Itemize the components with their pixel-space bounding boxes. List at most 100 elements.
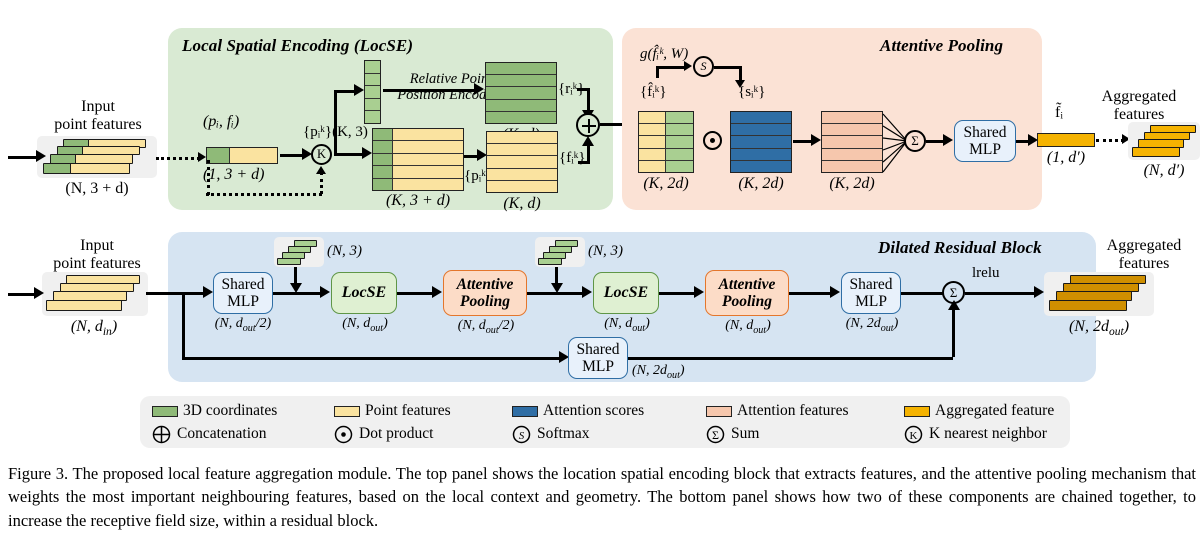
shared-mlp-attentive[interactable]: Shared MLP (954, 120, 1016, 162)
coords-dims-1: (N, 3) (327, 243, 362, 259)
knn-coords-label: {pᵢᵏ}(K, 3) (303, 124, 368, 140)
f-dims: (K, d) (503, 195, 541, 212)
scores-label: {sᵢᵏ} (738, 84, 766, 100)
ftilde-bar (1037, 133, 1095, 147)
bottom-input-stack (42, 272, 148, 316)
block-attentive-pooling-1-dims: (N, dout/2) (457, 318, 515, 336)
legend-label-attention-features: Attention features (737, 402, 849, 419)
scores-dims: (K, 2d) (738, 175, 784, 192)
legend-item-sum: Σ Sum (706, 425, 904, 444)
block-locse-1[interactable]: LocSE (331, 272, 397, 314)
f-matrix (486, 131, 558, 193)
attentive-output-stack (1128, 122, 1200, 160)
bottom-input-label: Input point features (22, 237, 172, 273)
attentive-output-label: Aggregated features (1080, 88, 1198, 124)
bottom-output-stack (1044, 272, 1154, 316)
legend-label-concatenation: Concatenation (177, 425, 267, 442)
legend-item-aggregated-feature: Aggregated feature (904, 402, 1054, 420)
block-shared-mlp-2[interactable]: Shared MLP (841, 272, 901, 314)
legend-label-dot-product: Dot product (359, 425, 434, 442)
concat-symbol (576, 113, 600, 137)
f-label: {fᵢᵏ} (559, 150, 586, 166)
dot-product-symbol (703, 131, 722, 150)
legend-label-point-features: Point features (365, 402, 451, 419)
bottom-output-label: Aggregated features (1088, 237, 1200, 273)
r-matrix (485, 62, 557, 124)
panel-dilated-title: Dilated Residual Block (878, 238, 1042, 257)
legend-label-aggregated-feature: Aggregated feature (935, 402, 1055, 419)
block-shared-mlp-2-line1: Shared (849, 275, 893, 293)
coords-dims-2: (N, 3) (588, 243, 623, 259)
attentive-output-line1: Aggregated (1101, 88, 1177, 105)
g-function-label: g(f̂ᵢᵏ, W) (640, 46, 689, 62)
skip-shared-mlp-dims: (N, 2dout) (632, 363, 685, 381)
legend-item-attention-features: Attention features (706, 402, 904, 420)
top-input-label-line2: point features (54, 115, 142, 133)
softmax-icon: S (512, 425, 531, 444)
block-attentive-pooling-1[interactable]: Attentive Pooling (443, 270, 527, 316)
dot-product-icon (334, 425, 353, 444)
legend-item-3d-coordinates: 3D coordinates (152, 402, 334, 420)
figure-canvas: Input point features (N, 3 + d) Local Sp… (0, 0, 1203, 533)
sum-icon: Σ (706, 425, 725, 444)
legend-row-1: 3D coordinates Point features Attention … (152, 400, 1054, 422)
block-shared-mlp-2-line2: MLP (855, 293, 887, 310)
legend-item-attention-scores: Attention scores (512, 402, 706, 420)
skip-shared-mlp-line1: Shared (576, 340, 620, 358)
bottom-output-dims: (N, 2dout) (1068, 318, 1130, 339)
single-point-label: (pᵢ, fᵢ) (203, 113, 240, 130)
coords-stack-2 (535, 237, 585, 267)
top-input-label-line1: Input (81, 98, 115, 115)
block-attentive-pooling-1-line1: Attentive (456, 275, 514, 293)
legend-item-knn: K K nearest neighbor (904, 425, 1047, 444)
fhat-label: {f̂ᵢᵏ} (640, 84, 667, 100)
legend-row-2: Concatenation Dot product S Softmax Σ Su… (152, 422, 1047, 446)
skip-shared-mlp[interactable]: Shared MLP (568, 337, 628, 379)
sum-symbol-top: Σ (904, 130, 926, 152)
knn-group-dims: (K, 3 + d) (385, 192, 451, 209)
bottom-input-line2: point features (53, 254, 141, 272)
activation-label: lrelu (972, 265, 1000, 281)
figure-caption: Figure 3. The proposed local feature agg… (8, 464, 1196, 530)
fhat-dims: (K, 2d) (643, 175, 689, 192)
shared-mlp-attentive-line2: MLP (969, 141, 1001, 158)
legend-label-softmax: Softmax (537, 425, 590, 442)
svg-text:K: K (910, 430, 918, 442)
coords-stack-1 (274, 237, 324, 267)
block-locse-1-dims: (N, dout) (342, 316, 388, 334)
legend-label-attention-scores: Attention scores (543, 402, 645, 419)
knn-group-matrix (372, 128, 464, 191)
ftilde-dims: (1, d′) (1046, 149, 1086, 166)
block-locse-1-label: LocSE (341, 284, 387, 302)
attention-features-matrix (821, 111, 883, 173)
legend-swatch-attention-scores (512, 405, 538, 417)
bottom-input-line1: Input (80, 237, 114, 254)
attentive-output-dims: (N, d′) (1143, 162, 1185, 179)
block-shared-mlp-1[interactable]: Shared MLP (213, 272, 273, 314)
block-attentive-pooling-2-line2: Pooling (722, 293, 772, 310)
panel-locse-title: Local Spatial Encoding (LocSE) (182, 36, 414, 55)
single-point-row (206, 147, 278, 164)
attentive-output-line2: features (1113, 105, 1165, 123)
block-shared-mlp-2-dims: (N, 2dout) (845, 316, 899, 334)
attn-features-dims: (K, 2d) (829, 175, 875, 192)
top-input-stack (37, 136, 157, 178)
bottom-input-dims: (N, din) (70, 318, 118, 339)
top-input-label: Input point features (28, 98, 168, 134)
softmax-symbol: S (693, 56, 714, 77)
legend-swatch-attention-features (706, 405, 732, 417)
block-attentive-pooling-2[interactable]: Attentive Pooling (705, 270, 789, 316)
shared-mlp-attentive-line1: Shared (963, 123, 1007, 141)
block-shared-mlp-1-line2: MLP (227, 293, 259, 310)
skip-shared-mlp-line2: MLP (582, 358, 614, 375)
legend-swatch-aggregated-feature (904, 405, 930, 417)
block-locse-2[interactable]: LocSE (593, 272, 659, 314)
legend-item-dot-product: Dot product (334, 425, 512, 444)
fhat-matrix (638, 111, 694, 173)
legend-swatch-point-features (334, 405, 360, 417)
block-shared-mlp-1-dims: (N, dout/2) (214, 316, 272, 334)
bottom-output-line1: Aggregated (1106, 237, 1182, 254)
single-point-dims: (1, 3 + d) (203, 166, 265, 183)
block-shared-mlp-1-line1: Shared (221, 275, 265, 293)
knn-symbol: K (311, 144, 332, 165)
